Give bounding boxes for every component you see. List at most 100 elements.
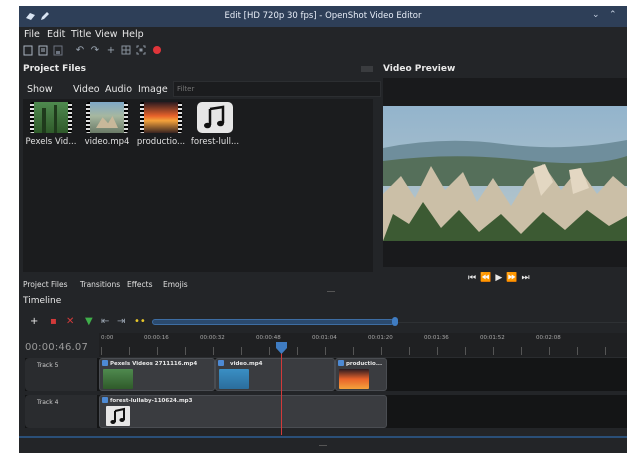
clip-menu-icon[interactable] <box>218 360 224 366</box>
skip-to-start-icon[interactable]: ⏮ <box>468 273 480 283</box>
center-playhead-icon[interactable]: •• <box>134 315 146 329</box>
open-project-icon[interactable] <box>37 45 49 57</box>
timeline-ruler[interactable]: 0:00 00:00:16 00:00:32 00:00:48 00:01:04… <box>99 333 627 358</box>
window-title: Edit [HD 720p 30 fps] - OpenShot Video E… <box>224 11 422 21</box>
timeline-zoom-slider[interactable] <box>152 319 394 325</box>
timeline-title: Timeline <box>23 296 62 306</box>
tab-project-files[interactable]: Project Files <box>23 280 68 289</box>
track-label[interactable]: Track 5 <box>25 358 97 391</box>
rewind-icon[interactable]: ⏪ <box>480 273 495 283</box>
ruler-label: 0:00 <box>101 335 114 341</box>
new-project-icon[interactable] <box>22 45 34 57</box>
save-project-icon[interactable] <box>52 45 64 57</box>
skip-to-end-icon[interactable]: ⏭ <box>521 273 533 283</box>
video-preview-frame <box>383 106 627 241</box>
file-item[interactable]: forest-lull... <box>187 102 243 147</box>
track-label[interactable]: Track 4 <box>25 395 97 428</box>
filter-image[interactable]: Image <box>138 81 168 99</box>
previous-marker-icon[interactable]: ⇤ <box>101 315 109 329</box>
menu-help[interactable]: Help <box>122 29 144 40</box>
video-thumbnail-cliffs <box>86 102 128 133</box>
snap-icon[interactable]: ▪ <box>50 315 57 329</box>
tab-effects[interactable]: Effects <box>127 280 153 289</box>
panel-float-icon[interactable] <box>361 66 373 72</box>
ruler-label: 00:00:16 <box>144 335 169 341</box>
menu-title[interactable]: Title <box>71 29 91 40</box>
record-icon[interactable] <box>151 45 163 57</box>
timeline-timecode: 00:00:46.07 <box>25 342 89 353</box>
clip-menu-icon[interactable] <box>102 397 108 403</box>
ruler-tick <box>409 347 410 355</box>
zoom-slider-handle[interactable] <box>392 317 398 326</box>
add-marker-icon[interactable]: ▼ <box>85 315 93 329</box>
ruler-label: 00:00:48 <box>256 335 281 341</box>
file-item[interactable]: productio... <box>133 102 189 147</box>
ruler-tick <box>549 347 550 355</box>
fullscreen-icon[interactable] <box>135 45 147 57</box>
main-toolbar: ↶ ↷ + <box>19 43 627 59</box>
video-thumbnail-forest <box>30 102 72 133</box>
minimize-icon[interactable]: ⌄ <box>592 10 600 20</box>
music-note-icon <box>106 406 130 426</box>
project-files-title: Project Files <box>23 64 86 74</box>
ruler-tick <box>297 347 298 355</box>
file-label: Pexels Vid... <box>25 137 77 147</box>
menu-edit[interactable]: Edit <box>47 29 65 40</box>
ruler-label: 00:01:04 <box>312 335 337 341</box>
file-label: video.mp4 <box>84 137 130 147</box>
filter-show-all[interactable]: Show All <box>27 81 53 113</box>
resize-grip[interactable] <box>319 445 327 446</box>
tab-emojis[interactable]: Emojis <box>163 280 188 289</box>
ruler-label: 00:01:36 <box>424 335 449 341</box>
file-item[interactable]: Pexels Vid... <box>23 102 79 147</box>
timeline-clip[interactable]: Pexels Videos 2711116.mp4 <box>99 358 215 391</box>
ruler-tick <box>577 347 578 355</box>
add-track-icon[interactable]: + <box>30 315 38 329</box>
track-5: Track 5 Pexels Videos 2711116.mp4 video.… <box>25 358 627 391</box>
timeline-clip[interactable]: forest-lullaby-110624.mp3 <box>99 395 387 428</box>
ruler-tick <box>157 347 158 355</box>
ruler-tick <box>381 347 382 355</box>
profile-icon[interactable] <box>120 45 132 57</box>
clip-menu-icon[interactable] <box>338 360 344 366</box>
video-thumbnail-sunset <box>140 102 182 133</box>
filter-input[interactable] <box>173 81 381 97</box>
file-label: forest-lull... <box>190 137 240 147</box>
play-icon[interactable]: ▶ <box>495 273 506 283</box>
video-preview-title: Video Preview <box>383 64 456 74</box>
dock-splitter[interactable] <box>327 291 335 292</box>
menu-file[interactable]: File <box>24 29 40 40</box>
ruler-tick <box>437 347 438 355</box>
playhead-line <box>281 347 282 435</box>
clip-title: Pexels Videos 2711116.mp4 <box>110 361 198 367</box>
next-marker-icon[interactable]: ⇥ <box>117 315 125 329</box>
ruler-label: 00:02:08 <box>536 335 561 341</box>
timeline-clip[interactable]: productio... <box>335 358 387 391</box>
clip-title: video.mp4 <box>230 361 263 367</box>
clip-title: productio... <box>346 361 383 367</box>
maximize-icon[interactable]: ⌃ <box>609 10 617 20</box>
fast-forward-icon[interactable]: ⏩ <box>506 273 521 283</box>
ruler-tick <box>213 347 214 355</box>
filter-audio[interactable]: Audio <box>105 81 132 99</box>
clip-title: forest-lullaby-110624.mp3 <box>110 398 193 404</box>
file-item[interactable]: video.mp4 <box>79 102 135 147</box>
track-name: Track 5 <box>37 362 59 369</box>
filter-video[interactable]: Video <box>73 81 100 99</box>
timeline-horizontal-scrollbar[interactable] <box>19 436 627 438</box>
ruler-tick <box>521 347 522 355</box>
razor-icon[interactable]: ✕ <box>66 315 74 329</box>
transport-controls: ⏮⏪▶⏩⏭ <box>468 273 534 283</box>
import-files-icon[interactable]: + <box>105 45 117 57</box>
title-bar: Edit [HD 720p 30 fps] - OpenShot Video E… <box>19 6 627 27</box>
tab-transitions[interactable]: Transitions <box>80 280 120 289</box>
ruler-tick <box>325 347 326 355</box>
clip-menu-icon[interactable] <box>102 360 108 366</box>
ruler-label: 00:01:52 <box>480 335 505 341</box>
menu-view[interactable]: View <box>95 29 118 40</box>
ruler-label: 00:00:32 <box>200 335 225 341</box>
undo-icon[interactable]: ↶ <box>74 45 86 57</box>
redo-icon[interactable]: ↷ <box>89 45 101 57</box>
timeline-clip[interactable]: video.mp4 <box>215 358 335 391</box>
ruler-tick <box>129 347 130 355</box>
